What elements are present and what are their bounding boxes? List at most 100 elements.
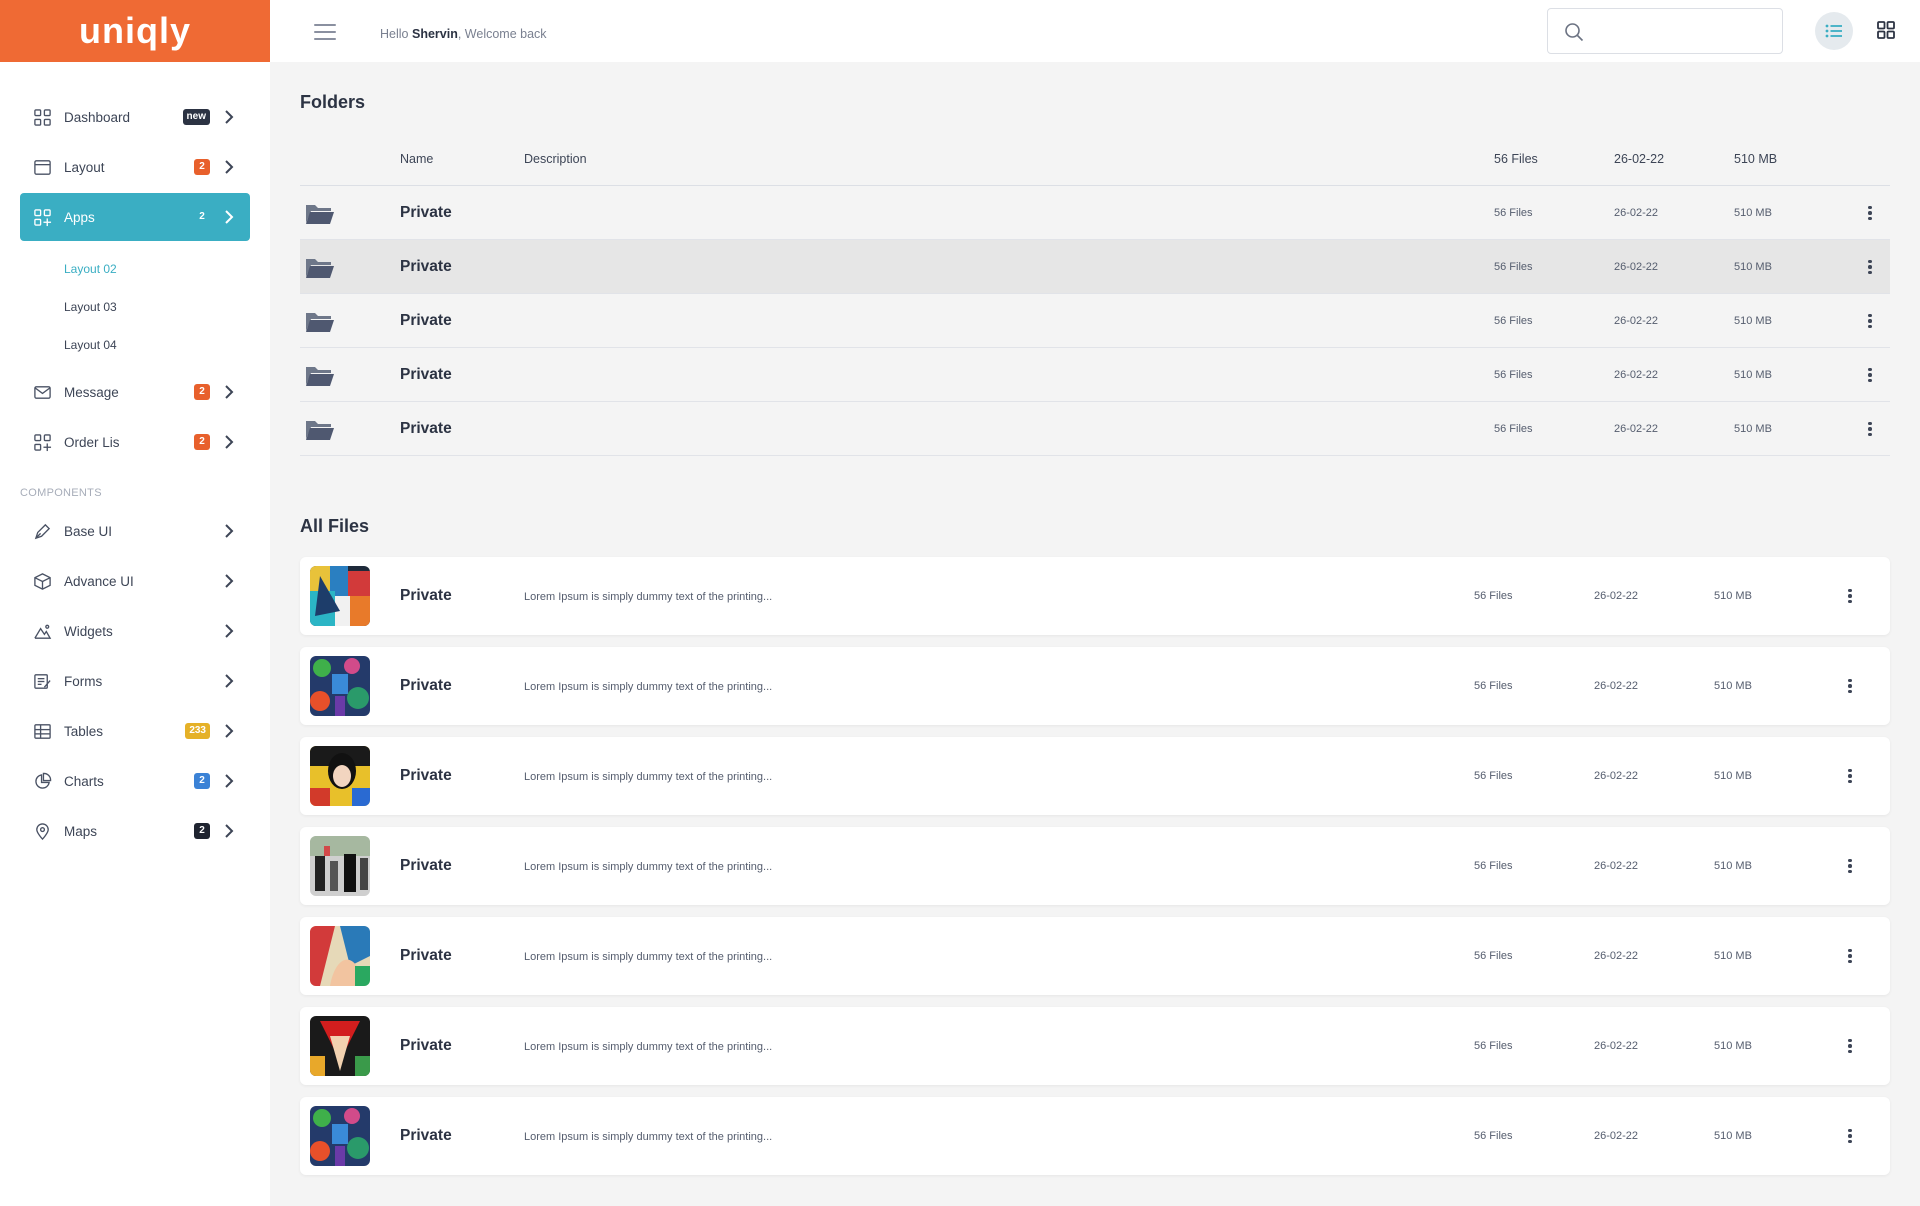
- folder-row[interactable]: Private 56 Files 26-02-22 510 MB: [300, 402, 1890, 456]
- file-count: 56 Files: [1474, 590, 1513, 602]
- sidebar-item-widgets[interactable]: Widgets: [20, 607, 250, 655]
- file-size: 510 MB: [1714, 1040, 1752, 1052]
- sidebar-item-base-ui[interactable]: Base UI: [20, 507, 250, 555]
- sidebar-item-order-list[interactable]: Order Lis 2: [20, 418, 250, 466]
- more-options-icon[interactable]: [1842, 1126, 1858, 1146]
- brand-logo[interactable]: uniqly: [0, 0, 270, 62]
- sidebar-item-label: Order Lis: [64, 434, 120, 450]
- chevron-right-icon: [222, 160, 236, 174]
- greeting-suffix: , Welcome back: [457, 27, 547, 41]
- menu-toggle-icon[interactable]: [314, 24, 336, 41]
- folder-date: 26-02-22: [1614, 261, 1659, 273]
- file-card[interactable]: Private Lorem Ipsum is simply dummy text…: [300, 917, 1890, 995]
- file-name: Private: [400, 857, 452, 874]
- count-badge: 2: [194, 434, 210, 450]
- folder-date: 26-02-22: [1614, 423, 1659, 435]
- column-date: 26-02-22: [1614, 152, 1665, 166]
- form-icon: [32, 671, 52, 691]
- file-card[interactable]: Private Lorem Ipsum is simply dummy text…: [300, 737, 1890, 815]
- folder-icon: [306, 421, 334, 440]
- count-badge: 2: [194, 773, 210, 789]
- folder-file-count: 56 Files: [1494, 261, 1533, 273]
- folder-name: Private: [400, 258, 452, 275]
- chevron-right-icon: [222, 824, 236, 838]
- file-card[interactable]: Private Lorem Ipsum is simply dummy text…: [300, 647, 1890, 725]
- sidebar-item-label: Charts: [64, 773, 104, 789]
- sidebar-item-label: Forms: [64, 673, 103, 689]
- list-view-button[interactable]: [1815, 12, 1853, 50]
- folder-row[interactable]: Private 56 Files 26-02-22 510 MB: [300, 348, 1890, 402]
- more-options-icon[interactable]: [1862, 419, 1878, 439]
- column-files: 56 Files: [1494, 152, 1538, 166]
- grid-view-icon[interactable]: [1876, 20, 1896, 40]
- user-name: Shervin: [411, 27, 458, 41]
- sidebar-item-tables[interactable]: Tables 233: [20, 707, 250, 755]
- sidebar-subitem-layout-04[interactable]: Layout 04: [64, 338, 117, 352]
- file-name: Private: [400, 677, 452, 694]
- file-name: Private: [400, 1127, 452, 1144]
- more-options-icon[interactable]: [1842, 586, 1858, 606]
- folder-name: Private: [400, 312, 452, 329]
- file-card[interactable]: Private Lorem Ipsum is simply dummy text…: [300, 557, 1890, 635]
- chevron-right-icon: [222, 524, 236, 538]
- folder-date: 26-02-22: [1614, 369, 1659, 381]
- file-description: Lorem Ipsum is simply dummy text of the …: [524, 591, 773, 603]
- map-pin-icon: [32, 821, 52, 841]
- sidebar-item-layout[interactable]: Layout 2: [20, 143, 250, 191]
- more-options-icon[interactable]: [1842, 946, 1858, 966]
- chevron-right-icon: [222, 774, 236, 788]
- folder-row[interactable]: Private 56 Files 26-02-22 510 MB: [300, 186, 1890, 240]
- sidebar-item-apps[interactable]: Apps 2: [20, 193, 250, 241]
- file-card[interactable]: Private Lorem Ipsum is simply dummy text…: [300, 827, 1890, 905]
- more-options-icon[interactable]: [1842, 676, 1858, 696]
- envelope-icon: [32, 382, 52, 402]
- more-options-icon[interactable]: [1842, 1036, 1858, 1056]
- more-options-icon[interactable]: [1842, 856, 1858, 876]
- sidebar-item-maps[interactable]: Maps 2: [20, 807, 250, 855]
- sidebar-item-message[interactable]: Message 2: [20, 368, 250, 416]
- sidebar-item-label: Apps: [64, 209, 95, 225]
- sidebar-item-dashboard[interactable]: Dashboard new: [20, 93, 250, 141]
- sidebar-item-advance-ui[interactable]: Advance UI: [20, 557, 250, 605]
- pen-icon: [32, 521, 52, 541]
- more-options-icon[interactable]: [1862, 203, 1878, 223]
- chevron-right-icon: [222, 210, 236, 224]
- search-icon: [1565, 23, 1584, 42]
- folder-size: 510 MB: [1734, 423, 1772, 435]
- file-thumbnail: [310, 836, 370, 896]
- sidebar-subitem-layout-02[interactable]: Layout 02: [64, 262, 117, 276]
- more-options-icon[interactable]: [1842, 766, 1858, 786]
- apps-grid-icon: [32, 432, 52, 452]
- file-name: Private: [400, 587, 452, 604]
- more-options-icon[interactable]: [1862, 257, 1878, 277]
- file-count: 56 Files: [1474, 770, 1513, 782]
- search-box: [1547, 8, 1783, 54]
- sidebar-subitem-layout-03[interactable]: Layout 03: [64, 300, 117, 314]
- column-name: Name: [400, 152, 434, 166]
- all-files-heading: All Files: [300, 516, 370, 536]
- count-badge: 233: [185, 723, 210, 739]
- folder-row[interactable]: Private 56 Files 26-02-22 510 MB: [300, 240, 1890, 294]
- sidebar-item-forms[interactable]: Forms: [20, 657, 250, 705]
- file-thumbnail: [310, 1106, 370, 1166]
- more-options-icon[interactable]: [1862, 311, 1878, 331]
- folder-row[interactable]: Private 56 Files 26-02-22 510 MB: [300, 294, 1890, 348]
- folder-icon: [306, 367, 334, 386]
- file-card[interactable]: Private Lorem Ipsum is simply dummy text…: [300, 1097, 1890, 1175]
- folder-file-count: 56 Files: [1494, 207, 1533, 219]
- more-options-icon[interactable]: [1862, 365, 1878, 385]
- search-input[interactable]: [1594, 19, 1774, 45]
- folder-name: Private: [400, 366, 452, 383]
- sidebar-item-charts[interactable]: Charts 2: [20, 757, 250, 805]
- file-card[interactable]: Private Lorem Ipsum is simply dummy text…: [300, 1007, 1890, 1085]
- folder-size: 510 MB: [1734, 369, 1772, 381]
- file-date: 26-02-22: [1594, 860, 1639, 872]
- apps-grid-icon: [32, 207, 52, 227]
- file-thumbnail: [310, 926, 370, 986]
- folders-table-header: Name Description 56 Files 26-02-22 510 M…: [300, 140, 1890, 186]
- file-thumbnail: [310, 656, 370, 716]
- file-date: 26-02-22: [1594, 770, 1639, 782]
- new-badge: new: [182, 109, 210, 125]
- sidebar-item-label: Maps: [64, 823, 98, 839]
- chevron-right-icon: [222, 624, 236, 638]
